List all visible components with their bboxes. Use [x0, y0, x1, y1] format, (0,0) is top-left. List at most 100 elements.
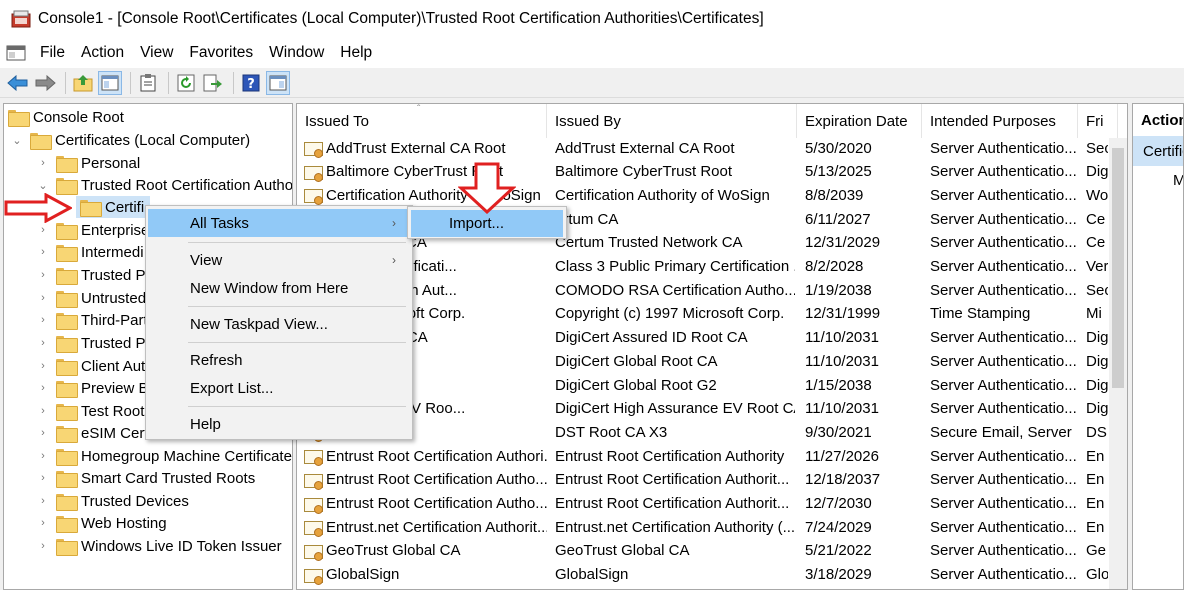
chevron-right-icon[interactable]: › [36, 422, 50, 444]
chevron-right-icon[interactable]: › [36, 355, 50, 377]
table-row[interactable]: Primary Certificati...Class 3 Public Pri… [297, 255, 1109, 279]
show-hide-tree-icon[interactable] [98, 70, 122, 95]
cell-text: Server Authenticatio... [930, 258, 1076, 275]
tree-item-untrusted[interactable]: › Untrusted [36, 287, 146, 309]
tree-item-personal[interactable]: › Personal [36, 152, 140, 174]
table-row[interactable]: al Root CADigiCert Global Root CA11/10/2… [297, 349, 1109, 373]
scrollbar-thumb[interactable] [1112, 148, 1124, 388]
cell-by: DigiCert High Assurance EV Root CA [555, 397, 795, 421]
up-folder-icon[interactable] [71, 71, 95, 95]
tree-item-trusted-people[interactable]: › Trusted Pe [36, 332, 154, 354]
actions-more-actions[interactable]: M [1173, 172, 1183, 189]
chevron-right-icon[interactable]: › [36, 535, 50, 557]
chevron-right-icon[interactable]: › [36, 309, 50, 331]
chevron-right-icon[interactable]: › [36, 264, 50, 286]
table-row[interactable]: Assurance EV Roo...DigiCert High Assuran… [297, 397, 1109, 421]
tree-item-web-hosting[interactable]: › Web Hosting [36, 512, 167, 534]
tree-item-intermediate[interactable]: › Intermedi [36, 241, 144, 263]
menu-item-import[interactable]: Import... [411, 210, 563, 237]
console-system-icon[interactable] [6, 44, 26, 62]
column-friendly-name[interactable]: Fri [1078, 104, 1118, 138]
tree-item-windows-live[interactable]: › Windows Live ID Token Issuer [36, 535, 282, 557]
toolbar: ? [0, 68, 1184, 98]
certificate-icon [303, 543, 323, 561]
chevron-right-icon[interactable]: › [36, 287, 50, 309]
menu-favorites[interactable]: Favorites [181, 44, 261, 62]
menu-item-all-tasks[interactable]: All Tasks › [148, 209, 410, 237]
menu-item-new-taskpad[interactable]: New Taskpad View... [148, 310, 410, 338]
tree-item-certificates-selected[interactable]: Certifi [76, 196, 151, 218]
export-list-icon[interactable] [201, 71, 225, 95]
back-arrow-icon[interactable] [6, 71, 30, 95]
menu-window[interactable]: Window [261, 44, 332, 62]
table-row[interactable]: Entrust Root Certification Autho... Entru… [297, 492, 1109, 516]
cell-fri: Mi [1086, 302, 1108, 326]
tree-item-esim[interactable]: › eSIM Cert [36, 422, 149, 444]
cell-purpose: Server Authenticatio... [930, 563, 1076, 587]
table-row[interactable]: Entrust.net Certification Authorit... Ent… [297, 515, 1109, 539]
table-row[interactable]: GlobalSign GlobalSign 3/18/2029 Server Auth… [297, 563, 1109, 587]
certificate-icon [303, 472, 323, 490]
chevron-right-icon[interactable]: › [36, 152, 50, 174]
column-issued-by[interactable]: Issued By [547, 104, 797, 138]
tree-item-homegroup[interactable]: › Homegroup Machine Certificate [36, 445, 292, 467]
tree-item-test-roots[interactable]: › Test Roots [36, 400, 152, 422]
vertical-scrollbar[interactable] [1109, 138, 1127, 589]
cell-purpose: Server Authenticatio... [930, 326, 1076, 350]
chevron-right-icon[interactable]: › [36, 512, 50, 534]
table-row[interactable]: red ID Root CADigiCert Assured ID Root C… [297, 326, 1109, 350]
chevron-down-icon[interactable]: ⌄ [10, 129, 24, 151]
tree-item-preview-build[interactable]: › Preview Bu [36, 377, 157, 399]
chevron-right-icon[interactable]: › [36, 241, 50, 263]
toolbar-separator [233, 71, 234, 94]
column-expiration-date[interactable]: Expiration Date [797, 104, 922, 138]
tree-item-trusted-publishers[interactable]: › Trusted Pu [36, 264, 154, 286]
menu-file[interactable]: File [32, 44, 73, 62]
table-row[interactable]: Entrust Root Certification Authori... Ent… [297, 444, 1109, 468]
menu-item-help[interactable]: Help [148, 410, 410, 438]
help-icon[interactable]: ? [239, 71, 263, 95]
menu-help[interactable]: Help [332, 44, 380, 62]
column-intended-purposes[interactable]: Intended Purposes [922, 104, 1078, 138]
table-row[interactable]: Entrust Root Certification Autho... Entru… [297, 468, 1109, 492]
table-row[interactable]: Baltimore CyberTrust Root Baltimore Cyber… [297, 160, 1109, 184]
cell-text: Server Authenticatio... [930, 471, 1076, 489]
menu-item-refresh[interactable]: Refresh [148, 346, 410, 374]
table-row[interactable]: 1997 Microsoft Corp.Copyright (c) 1997 M… [297, 302, 1109, 326]
chevron-right-icon[interactable]: › [36, 467, 50, 489]
show-hide-action-pane-icon[interactable] [266, 70, 290, 95]
chevron-right-icon[interactable]: › [36, 377, 50, 399]
column-issued-to[interactable]: Issued To ˆ [297, 104, 547, 138]
menu-item-new-window[interactable]: New Window from Here [148, 274, 410, 302]
tree-item-certificates-local[interactable]: ⌄ Certificates (Local Computer) [10, 129, 250, 151]
chevron-right-icon[interactable]: › [36, 332, 50, 354]
cell-text: Dig [1086, 329, 1108, 347]
table-row[interactable]: X3DST Root CA X39/30/2021Secure Email, S… [297, 420, 1109, 444]
folder-open-icon [80, 199, 102, 217]
chevron-right-icon[interactable]: › [36, 490, 50, 512]
table-row[interactable]: AddTrust External CA Root AddTrust Extern… [297, 136, 1109, 160]
refresh-icon[interactable] [174, 71, 198, 95]
table-row[interactable]: Certification Authority of WoSign Certifi… [297, 183, 1109, 207]
tree-item-client-auth[interactable]: › Client Aut [36, 355, 145, 377]
menu-item-view[interactable]: View › [148, 246, 410, 274]
tree-item-smart-card[interactable]: › Smart Card Trusted Roots [36, 467, 255, 489]
chevron-right-icon[interactable]: › [36, 445, 50, 467]
menu-view[interactable]: View [132, 44, 181, 62]
table-row[interactable]: GeoTrust Global CA GeoTrust Global CA 5/21… [297, 539, 1109, 563]
cell-exp: 6/11/2027 [805, 207, 920, 231]
table-row[interactable]: al Root G2DigiCert Global Root G21/15/20… [297, 373, 1109, 397]
chevron-right-icon[interactable]: › [36, 400, 50, 422]
forward-arrow-icon[interactable] [33, 71, 57, 95]
menu-action[interactable]: Action [73, 44, 132, 62]
menu-item-export-list[interactable]: Export List... [148, 374, 410, 402]
tree-item-console-root[interactable]: Console Root [8, 106, 124, 128]
clipboard-icon[interactable] [136, 71, 160, 95]
tree-item-trusted-devices[interactable]: › Trusted Devices [36, 490, 189, 512]
tree-item-third-party[interactable]: › Third-Part [36, 309, 148, 331]
tree-item-trusted-root[interactable]: ⌄ Trusted Root Certification Autho [36, 174, 292, 196]
cell-exp: 12/31/1999 [805, 302, 920, 326]
cell-purpose: Server Authenticatio... [930, 539, 1076, 563]
actions-section-certificates[interactable]: Certific [1133, 136, 1183, 166]
table-row[interactable]: A Certification Aut...COMODO RSA Certifi… [297, 278, 1109, 302]
